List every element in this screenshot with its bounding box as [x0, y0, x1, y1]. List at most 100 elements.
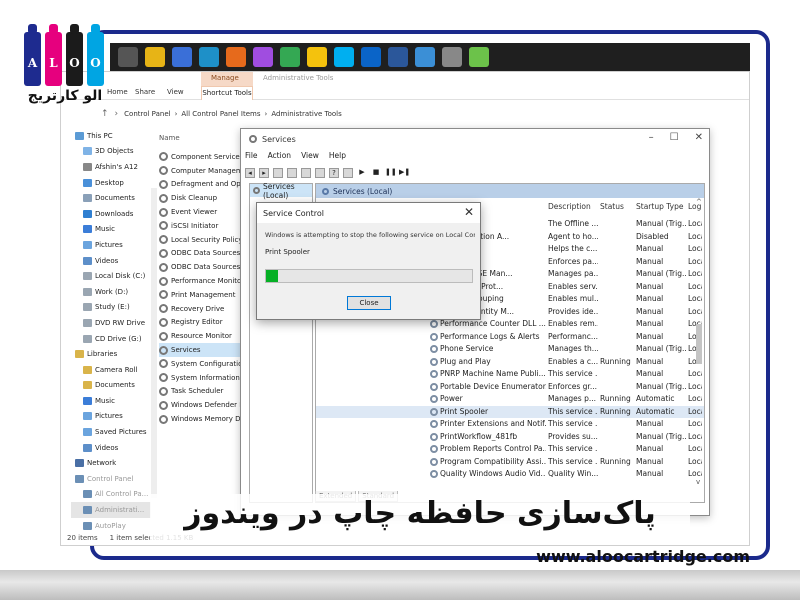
file-row[interactable]: Windows Defender Fir... — [159, 398, 247, 412]
nav-item[interactable]: Videos — [71, 253, 151, 269]
store-icon[interactable] — [172, 47, 192, 67]
nav-item[interactable]: Videos — [71, 440, 151, 456]
word-icon[interactable] — [388, 47, 408, 67]
nav-item[interactable]: Music — [71, 393, 151, 409]
tab-shortcut-tools[interactable]: Shortcut Tools — [201, 86, 253, 100]
nav-item[interactable]: CD Drive (G:) — [71, 331, 151, 347]
service-row[interactable]: Program Compatibility Assi... This servic… — [316, 456, 704, 469]
file-row[interactable]: ODBC Data Sources (3... — [159, 247, 247, 261]
nav-item[interactable]: Downloads — [71, 206, 151, 222]
file-row[interactable]: Local Security Policy — [159, 233, 247, 247]
service-row[interactable]: Plug and Play Enables a c... Running Manual… — [316, 356, 704, 369]
maximize-icon[interactable]: ☐ — [670, 132, 679, 143]
nav-item[interactable]: Camera Roll — [71, 362, 151, 378]
column-header-startup-type[interactable]: Startup Type — [636, 202, 683, 211]
nav-item[interactable]: Music — [71, 222, 151, 238]
task-view-icon[interactable] — [118, 47, 138, 67]
nav-item[interactable]: AutoPlay — [71, 518, 151, 534]
edge-icon[interactable] — [199, 47, 219, 67]
settings-icon[interactable] — [442, 47, 462, 67]
file-row[interactable]: Event Viewer — [159, 205, 247, 219]
properties-icon[interactable] — [343, 168, 353, 178]
service-row[interactable]: Printer Extensions and Notif... This serv… — [316, 418, 704, 431]
nav-item[interactable]: Network — [71, 455, 151, 471]
menu-item-help[interactable]: Help — [329, 151, 346, 160]
tab-view[interactable]: View — [167, 88, 184, 96]
service-row[interactable]: Problem Reports Control Pa... This servic… — [316, 443, 704, 456]
file-row[interactable]: Component Services — [159, 150, 247, 164]
file-row[interactable]: System Information — [159, 371, 247, 385]
stop-icon[interactable]: ■ — [371, 168, 381, 178]
column-header-description[interactable]: Description — [548, 202, 591, 211]
nav-item[interactable]: Pictures — [71, 237, 151, 253]
list-icon[interactable] — [287, 168, 297, 178]
sticky-notes-icon[interactable] — [307, 47, 327, 67]
menu-item-view[interactable]: View — [301, 151, 319, 160]
file-row[interactable]: Registry Editor — [159, 316, 247, 330]
file-row[interactable]: Recovery Drive — [159, 302, 247, 316]
breadcrumb-control-panel[interactable]: Control Panel — [124, 110, 170, 118]
file-row[interactable]: Services — [159, 343, 247, 357]
service-row[interactable]: Quality Windows Audio Vid... Quality Win.… — [316, 468, 704, 481]
nav-item[interactable]: Documents — [71, 190, 151, 206]
close-icon[interactable]: ✕ — [695, 132, 703, 143]
service-row[interactable]: Portable Device Enumerator... Enforces gr… — [316, 381, 704, 394]
file-explorer-icon[interactable] — [145, 47, 165, 67]
close-button[interactable]: Close — [347, 296, 391, 310]
photos-icon[interactable] — [415, 47, 435, 67]
minimize-icon[interactable]: – — [649, 132, 654, 143]
restart-icon[interactable]: ▶❚ — [399, 168, 410, 178]
nav-item[interactable]: All Control Pa... — [71, 487, 151, 503]
pause-icon[interactable]: ❚❚ — [385, 168, 397, 178]
dialog-close-icon[interactable]: ✕ — [464, 205, 474, 219]
nav-item[interactable]: Libraries — [71, 346, 151, 362]
service-row[interactable]: PNRP Machine Name Publi... This service .… — [316, 368, 704, 381]
nav-scrollbar[interactable] — [151, 188, 157, 498]
service-row[interactable]: Performance Logs & Alerts Performanc... Ma… — [316, 331, 704, 344]
file-row[interactable]: Computer Manageme... — [159, 164, 247, 178]
skype-icon[interactable] — [334, 47, 354, 67]
outlook-icon[interactable] — [361, 47, 381, 67]
tree-services-local[interactable]: Services (Local) — [250, 182, 312, 200]
file-row[interactable]: Print Management — [159, 288, 247, 302]
file-row[interactable]: System Configuration — [159, 357, 247, 371]
column-header-name[interactable]: Name — [159, 134, 180, 142]
nav-item[interactable]: Documents — [71, 378, 151, 394]
breadcrumb-all-items[interactable]: All Control Panel Items — [181, 110, 260, 118]
console-tree-icon[interactable] — [273, 168, 283, 178]
tab-share[interactable]: Share — [135, 88, 155, 96]
nav-item[interactable]: Work (D:) — [71, 284, 151, 300]
services-scrollbar[interactable]: ^ v — [696, 198, 702, 486]
services-titlebar[interactable]: Services — [241, 129, 709, 149]
file-row[interactable]: Performance Monitor — [159, 274, 247, 288]
file-row[interactable]: Resource Monitor — [159, 329, 247, 343]
copilot-icon[interactable] — [253, 47, 273, 67]
menu-item-file[interactable]: File — [245, 151, 258, 160]
chrome-icon[interactable] — [280, 47, 300, 67]
manage-tab[interactable]: Manage — [211, 74, 239, 82]
nav-item[interactable]: Study (E:) — [71, 300, 151, 316]
address-bar[interactable]: ↑ › Control Panel › All Control Panel It… — [61, 106, 749, 122]
nav-item[interactable]: Local Disk (C:) — [71, 268, 151, 284]
scroll-thumb[interactable] — [696, 324, 702, 364]
service-row[interactable]: PrintWorkflow_481fb Provides su... Manual … — [316, 431, 704, 444]
start-icon[interactable]: ▶ — [357, 168, 367, 178]
dialog-titlebar[interactable]: Service Control — [257, 203, 480, 223]
menu-item-action[interactable]: Action — [268, 151, 292, 160]
tab-home[interactable]: Home — [107, 88, 128, 96]
file-row[interactable]: iSCSI Initiator — [159, 219, 247, 233]
file-row[interactable]: Windows Memory Dia... — [159, 412, 247, 426]
service-row[interactable]: PowerManages p...RunningAutomaticLoca — [316, 393, 704, 406]
firefox-icon[interactable] — [226, 47, 246, 67]
service-row[interactable]: Phone Service Manages th... Manual (Trig..… — [316, 343, 704, 356]
export-icon[interactable] — [315, 168, 325, 178]
xbox-icon[interactable] — [469, 47, 489, 67]
file-row[interactable]: ODBC Data Sources (6... — [159, 260, 247, 274]
file-row[interactable]: Disk Cleanup — [159, 191, 247, 205]
back-icon[interactable]: ◂ — [245, 168, 255, 178]
refresh-icon[interactable] — [301, 168, 311, 178]
file-row[interactable]: Task Scheduler — [159, 385, 247, 399]
service-row[interactable]: Print Spooler This service ... Running Auto… — [316, 405, 704, 418]
nav-item[interactable]: Control Panel — [71, 471, 151, 487]
breadcrumb-admin-tools[interactable]: Administrative Tools — [271, 110, 341, 118]
